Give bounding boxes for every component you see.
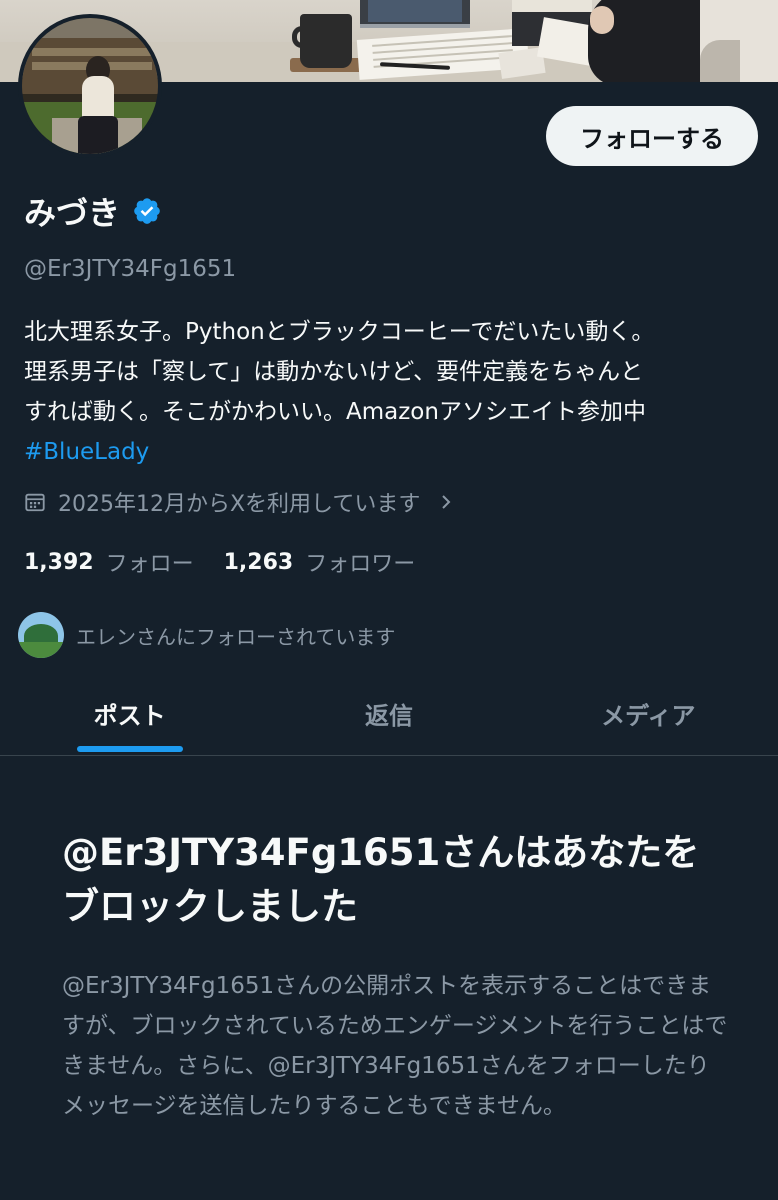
- tab-label: ポスト: [93, 701, 166, 730]
- profile-tabs: ポスト 返信 メディア: [0, 680, 778, 756]
- tab-replies[interactable]: 返信: [259, 680, 518, 746]
- calendar-icon: [25, 493, 45, 512]
- verified-badge-icon[interactable]: [132, 196, 162, 226]
- profile-name-row: みづき: [24, 188, 162, 234]
- bio-line: 北大理系女子。Pythonとブラックコーヒーでだいたい動く。: [24, 319, 655, 345]
- follow-button[interactable]: フォローする: [546, 106, 758, 166]
- tab-posts[interactable]: ポスト: [0, 680, 259, 752]
- blocked-notice-description: @Er3JTY34Fg1651さんの公開ポストを表示することはできますが、ブロッ…: [62, 973, 728, 1119]
- chevron-right-icon: [442, 495, 451, 509]
- profile-bio: 北大理系女子。Pythonとブラックコーヒーでだいたい動く。 理系男子は「察して…: [24, 312, 754, 472]
- followers-label[interactable]: フォロワー: [305, 546, 415, 578]
- tab-label: メディア: [601, 701, 696, 730]
- following-count[interactable]: 1,392: [24, 550, 94, 575]
- followed-by-text: エレンさんにフォローされています: [76, 624, 396, 649]
- followers-count[interactable]: 1,263: [224, 550, 294, 575]
- tab-media[interactable]: メディア: [519, 680, 778, 746]
- follower-avatar[interactable]: [18, 612, 64, 658]
- blocked-notice-title: @Er3JTY34Fg1651さんはあなたをブロックしました: [62, 831, 700, 928]
- follow-stats: 1,392 フォロー 1,263 フォロワー: [24, 546, 415, 578]
- following-label[interactable]: フォロー: [106, 546, 194, 578]
- bio-line: すれば動く。そこがかわいい。Amazonアソシエイト参加中: [24, 399, 646, 425]
- joined-date-row[interactable]: 2025年12月からXを利用しています: [24, 486, 454, 518]
- display-name: みづき: [24, 194, 121, 232]
- joined-date-text: 2025年12月からXを利用しています: [58, 492, 421, 517]
- profile-page: フォローする みづき @Er3JTY34Fg1651 北大理系女子。Python…: [0, 0, 778, 1200]
- followed-by-row[interactable]: エレンさんにフォローされています: [18, 612, 395, 658]
- bio-hashtag-link[interactable]: #BlueLady: [24, 432, 754, 472]
- tab-label: 返信: [364, 701, 413, 730]
- profile-avatar[interactable]: [18, 14, 162, 158]
- bio-line: 理系男子は「察して」は動かないけど、要件定義をちゃんと: [24, 359, 644, 385]
- profile-handle: @Er3JTY34Fg1651: [24, 256, 237, 282]
- active-tab-indicator: [76, 746, 183, 752]
